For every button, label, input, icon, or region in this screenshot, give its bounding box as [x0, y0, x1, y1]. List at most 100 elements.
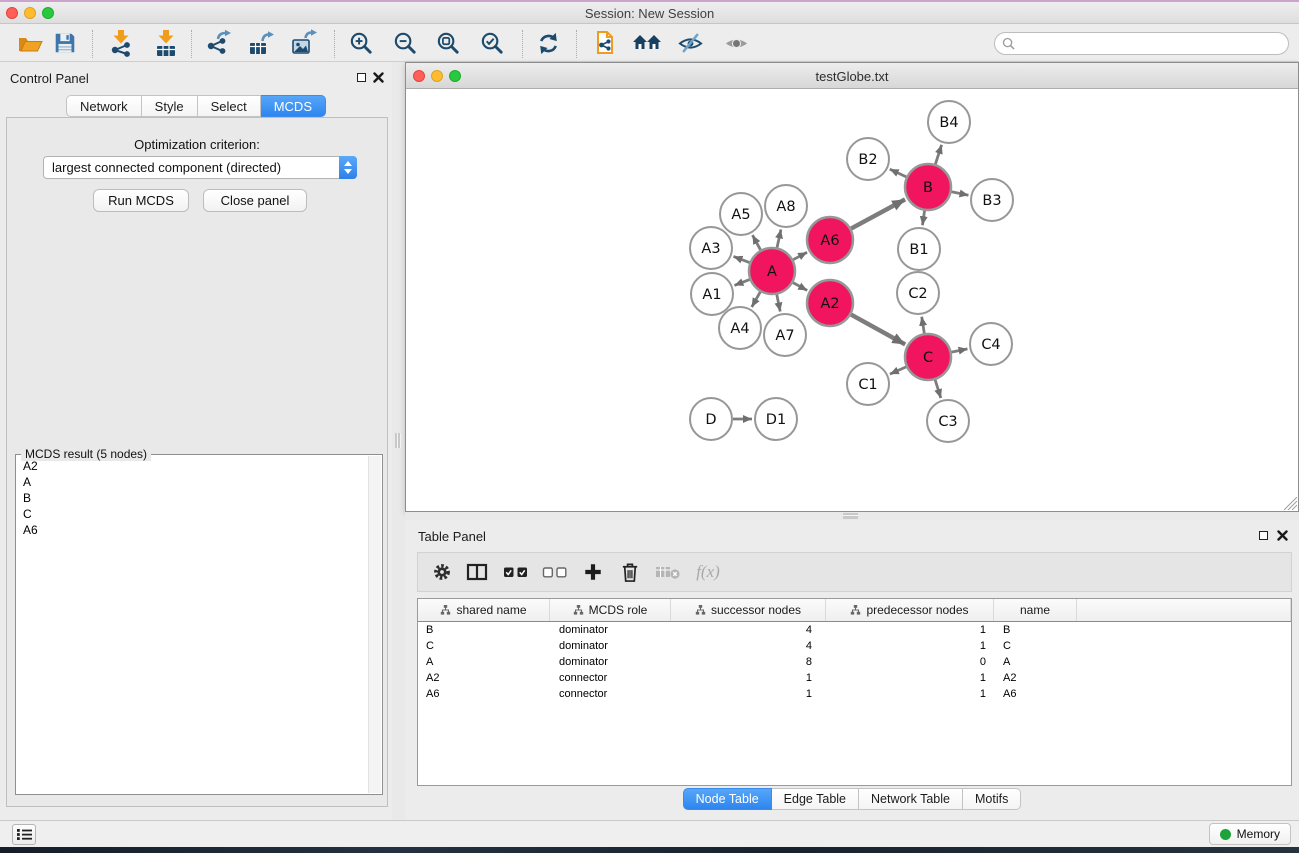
graph-edge-A-A4[interactable] [752, 292, 761, 307]
divider-grip[interactable] [395, 433, 401, 448]
table-cell[interactable]: 4 [671, 622, 826, 638]
export-table-button[interactable] [246, 28, 276, 58]
add-column-button[interactable] [583, 562, 603, 582]
refresh-button[interactable] [533, 28, 563, 58]
result-scrollbar[interactable] [368, 456, 381, 793]
network-from-file-button[interactable] [590, 28, 620, 58]
home-layout-button[interactable] [632, 28, 662, 58]
table-cell[interactable]: dominator [550, 638, 671, 654]
divider-grip[interactable] [843, 513, 858, 519]
function-builder-button[interactable]: f(x) [696, 562, 720, 582]
column-header-shared-name[interactable]: shared name [418, 599, 550, 621]
table-cell[interactable]: dominator [550, 622, 671, 638]
table-cell[interactable]: 1 [826, 622, 994, 638]
deselect-all-button[interactable] [542, 565, 568, 580]
export-image-button[interactable] [289, 28, 319, 58]
table-cell[interactable]: A [994, 654, 1077, 670]
table-cell[interactable]: 4 [671, 638, 826, 654]
zoom-in-button[interactable] [346, 28, 376, 58]
graph-edge-A2-C[interactable] [851, 315, 905, 345]
horizontal-split-divider[interactable] [405, 512, 1299, 520]
tab-network[interactable]: Network [66, 95, 142, 117]
table-cell[interactable]: B [418, 622, 550, 638]
table-cell[interactable]: connector [550, 686, 671, 702]
graph-edge-C-C1[interactable] [890, 367, 906, 374]
network-window-titlebar[interactable]: testGlobe.txt [406, 63, 1298, 89]
graph-edge-A6-B[interactable] [851, 199, 905, 228]
table-cell[interactable]: B [994, 622, 1077, 638]
graph-edge-A-A1[interactable] [734, 280, 749, 286]
table-cell[interactable]: C [994, 638, 1077, 654]
network-canvas[interactable]: B4B2BB3A8A5A6A3B1AC2A1A2A4A7C4CC1C3DD1 [406, 90, 1298, 511]
vertical-split-divider[interactable] [392, 62, 405, 820]
select-all-button[interactable] [503, 565, 529, 580]
graph-edge-A-A2[interactable] [793, 283, 807, 291]
table-cell[interactable]: 0 [826, 654, 994, 670]
tab-style[interactable]: Style [142, 95, 198, 117]
table-cell[interactable]: 1 [671, 686, 826, 702]
column-header-successor-nodes[interactable]: successor nodes [671, 599, 826, 621]
table-row[interactable]: Bdominator41B [418, 622, 1291, 638]
task-history-button[interactable] [12, 824, 36, 845]
graph-edge-C-C4[interactable] [952, 349, 968, 352]
search-input[interactable] [1019, 35, 1288, 53]
graph-edge-A-A3[interactable] [733, 256, 749, 262]
tab-mcds[interactable]: MCDS [261, 95, 326, 117]
graph-edge-B-B4[interactable] [935, 145, 941, 164]
graph-edge-B-B3[interactable] [952, 192, 969, 195]
graph-edge-A-A5[interactable] [752, 235, 760, 250]
table-cell[interactable]: 1 [826, 686, 994, 702]
close-panel-icon[interactable] [1277, 530, 1288, 541]
graph-edge-B-B2[interactable] [890, 169, 907, 177]
delete-column-button[interactable] [620, 561, 641, 583]
table-cell[interactable]: connector [550, 670, 671, 686]
result-list-item[interactable]: A6 [17, 522, 367, 538]
optimization-criterion-select[interactable]: largest connected component (directed) [43, 156, 357, 179]
graph-edge-B-B1[interactable] [922, 211, 924, 225]
result-list-item[interactable]: B [17, 490, 367, 506]
save-session-button[interactable] [50, 28, 80, 58]
table-cell[interactable]: dominator [550, 654, 671, 670]
close-panel-icon[interactable] [373, 72, 384, 83]
table-cell[interactable]: 1 [826, 670, 994, 686]
close-panel-button[interactable]: Close panel [203, 189, 307, 212]
zoom-out-button[interactable] [390, 28, 420, 58]
result-list-item[interactable]: A2 [17, 458, 367, 474]
table-row[interactable]: A2connector11A2 [418, 670, 1291, 686]
resize-grip-icon[interactable] [1284, 497, 1297, 510]
export-network-button[interactable] [203, 28, 233, 58]
table-cell[interactable]: 1 [826, 638, 994, 654]
table-cell[interactable]: 1 [671, 670, 826, 686]
float-panel-icon[interactable] [1259, 531, 1268, 540]
column-header-predecessor-nodes[interactable]: predecessor nodes [826, 599, 994, 621]
graph-edge-A-A7[interactable] [777, 295, 780, 312]
show-all-button[interactable] [721, 28, 751, 58]
hide-selected-button[interactable] [675, 28, 705, 58]
column-visibility-button[interactable] [466, 561, 488, 583]
zoom-fit-button[interactable] [433, 28, 463, 58]
graph-edge-C-C2[interactable] [922, 317, 925, 334]
table-row[interactable]: Cdominator41C [418, 638, 1291, 654]
table-cell[interactable]: C [418, 638, 550, 654]
table-row[interactable]: A6connector11A6 [418, 686, 1291, 702]
table-cell[interactable]: A6 [418, 686, 550, 702]
table-cell[interactable]: A2 [994, 670, 1077, 686]
float-panel-icon[interactable] [357, 73, 366, 82]
zoom-selected-button[interactable] [477, 28, 507, 58]
column-header-name[interactable]: name [994, 599, 1077, 621]
table-cell[interactable]: 8 [671, 654, 826, 670]
result-list-item[interactable]: C [17, 506, 367, 522]
import-network-button[interactable] [106, 28, 136, 58]
run-mcds-button[interactable]: Run MCDS [93, 189, 189, 212]
memory-button[interactable]: Memory [1209, 823, 1291, 845]
tab-edge-table[interactable]: Edge Table [772, 788, 859, 810]
column-header-MCDS-role[interactable]: MCDS role [550, 599, 671, 621]
table-settings-button[interactable] [431, 561, 453, 583]
open-file-button[interactable] [15, 28, 45, 58]
tab-network-table[interactable]: Network Table [859, 788, 963, 810]
table-row[interactable]: Adominator80A [418, 654, 1291, 670]
graph-edge-A-A6[interactable] [793, 252, 807, 259]
delete-table-button[interactable] [655, 564, 681, 580]
tab-select[interactable]: Select [198, 95, 261, 117]
tab-node-table[interactable]: Node Table [683, 788, 772, 810]
